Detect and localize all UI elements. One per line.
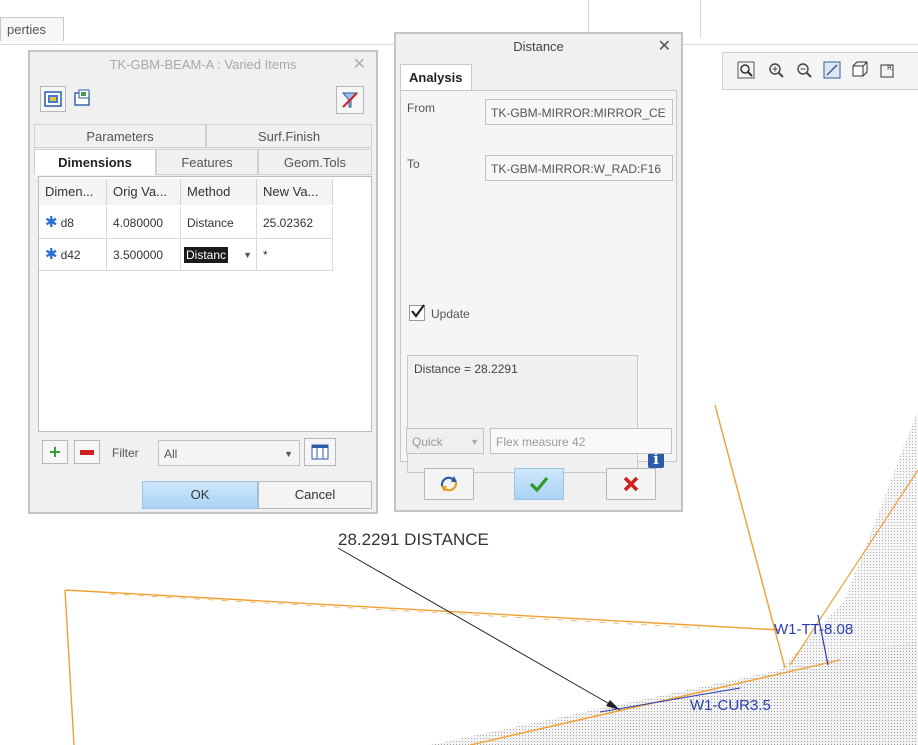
close-icon[interactable]: ✕ xyxy=(658,36,671,55)
to-field[interactable]: TK-GBM-MIRROR:W_RAD:F16 xyxy=(485,155,673,181)
minus-icon xyxy=(80,450,94,455)
table-cell-dimension[interactable]: ✱ d8 xyxy=(39,207,107,239)
from-label: From xyxy=(407,101,435,115)
filter-select[interactable]: All ▼ xyxy=(158,440,300,466)
close-icon[interactable]: ✕ xyxy=(353,54,366,73)
column-header[interactable]: Dimen... xyxy=(39,179,107,205)
table-cell-method[interactable]: Distance xyxy=(181,207,257,239)
add-button[interactable]: + xyxy=(42,440,68,464)
ok-button[interactable]: OK xyxy=(142,481,258,509)
view-toolbar: R xyxy=(722,52,918,90)
table-cell-new-value[interactable]: 25.02362 xyxy=(257,207,333,239)
update-checkbox[interactable] xyxy=(409,304,425,321)
dimension-view-icon[interactable] xyxy=(40,86,66,112)
column-header[interactable]: Orig Va... xyxy=(107,179,181,205)
column-header[interactable]: New Va... xyxy=(257,179,333,205)
w1-cur-label: W1-CUR3.5 xyxy=(690,697,771,714)
table-cell-orig-value: 3.500000 xyxy=(107,239,181,271)
update-label: Update xyxy=(431,307,470,321)
close-x-icon xyxy=(623,476,639,492)
dimensions-table: Dimen... Orig Va... Method New Va... ✱ d8… xyxy=(38,176,372,432)
cancel-button[interactable]: Cancel xyxy=(258,481,372,509)
tab-parameters[interactable]: Parameters xyxy=(34,124,206,148)
dropdown-arrow-icon[interactable]: ▼ xyxy=(470,429,479,453)
tab-surf-finish[interactable]: Surf.Finish xyxy=(206,124,372,148)
svg-text:R: R xyxy=(887,64,892,72)
distance-dialog: Distance ✕ Analysis From TK-GBM-MIRROR:M… xyxy=(394,32,683,512)
distance-leader xyxy=(337,547,621,711)
tab-features[interactable]: Features xyxy=(156,149,258,175)
result-text: Distance = 28.2291 xyxy=(414,362,518,376)
dimension-star-icon: ✱ xyxy=(45,246,58,263)
analysis-panel: From TK-GBM-MIRROR:MIRROR_CE To TK-GBM-M… xyxy=(400,90,677,473)
tab-dimensions[interactable]: Dimensions xyxy=(34,149,156,175)
table-cell-orig-value: 4.080000 xyxy=(107,207,181,239)
saved-orientations-icon[interactable]: R xyxy=(879,61,897,79)
method-dropdown[interactable]: Distanc ▼ xyxy=(181,239,257,271)
zoom-out-icon[interactable] xyxy=(795,61,813,79)
from-field[interactable]: TK-GBM-MIRROR:MIRROR_CE xyxy=(485,99,673,125)
measure-name-field[interactable]: Flex measure 42 xyxy=(490,428,672,454)
to-label: To xyxy=(407,157,420,171)
display-style-icon[interactable] xyxy=(851,61,869,79)
filter-label: Filter xyxy=(112,446,139,460)
table-cell-dimension[interactable]: ✱ d42 xyxy=(39,239,107,271)
varied-items-dialog: TK-GBM-BEAM-A : Varied Items ✕ Parameter… xyxy=(28,50,378,514)
cancel-measure-button[interactable] xyxy=(606,468,656,500)
zoom-in-icon[interactable] xyxy=(767,61,785,79)
tab-geom-tols[interactable]: Geom.Tols xyxy=(258,149,372,175)
w1-tt-label: W1-TT-8.08 xyxy=(774,621,853,638)
quick-select[interactable]: Quick ▼ xyxy=(406,428,484,454)
ribbon-separator xyxy=(700,0,701,38)
repeat-button[interactable] xyxy=(424,468,474,500)
confirm-button[interactable] xyxy=(514,468,564,500)
column-header[interactable]: Method xyxy=(181,179,257,205)
properties-tab[interactable]: perties xyxy=(0,17,64,41)
dropdown-arrow-icon[interactable]: ▼ xyxy=(284,441,293,465)
repaint-icon[interactable] xyxy=(823,61,841,79)
plus-icon: + xyxy=(48,442,62,461)
tab-analysis[interactable]: Analysis xyxy=(400,64,472,90)
refit-icon[interactable] xyxy=(737,61,755,79)
cycle-arrows-icon xyxy=(440,476,458,492)
checkmark-icon xyxy=(411,304,425,318)
checkmark-icon xyxy=(529,476,549,493)
distance-annotation: 28.2291 DISTANCE xyxy=(338,530,489,549)
orange-edge-left xyxy=(64,589,75,745)
result-text-area: Distance = 28.2291 xyxy=(407,355,638,473)
table-columns-icon[interactable] xyxy=(304,438,336,466)
table-cell-new-value[interactable]: * xyxy=(257,239,333,271)
feature-view-icon[interactable] xyxy=(70,86,96,112)
dialog-title: Distance xyxy=(513,39,564,54)
filter-clear-icon[interactable] xyxy=(336,86,364,114)
dropdown-arrow-icon[interactable]: ▼ xyxy=(243,239,252,270)
dialog-title: TK-GBM-BEAM-A : Varied Items xyxy=(109,57,297,72)
dimension-star-icon: ✱ xyxy=(45,214,58,231)
remove-button[interactable] xyxy=(74,440,100,464)
